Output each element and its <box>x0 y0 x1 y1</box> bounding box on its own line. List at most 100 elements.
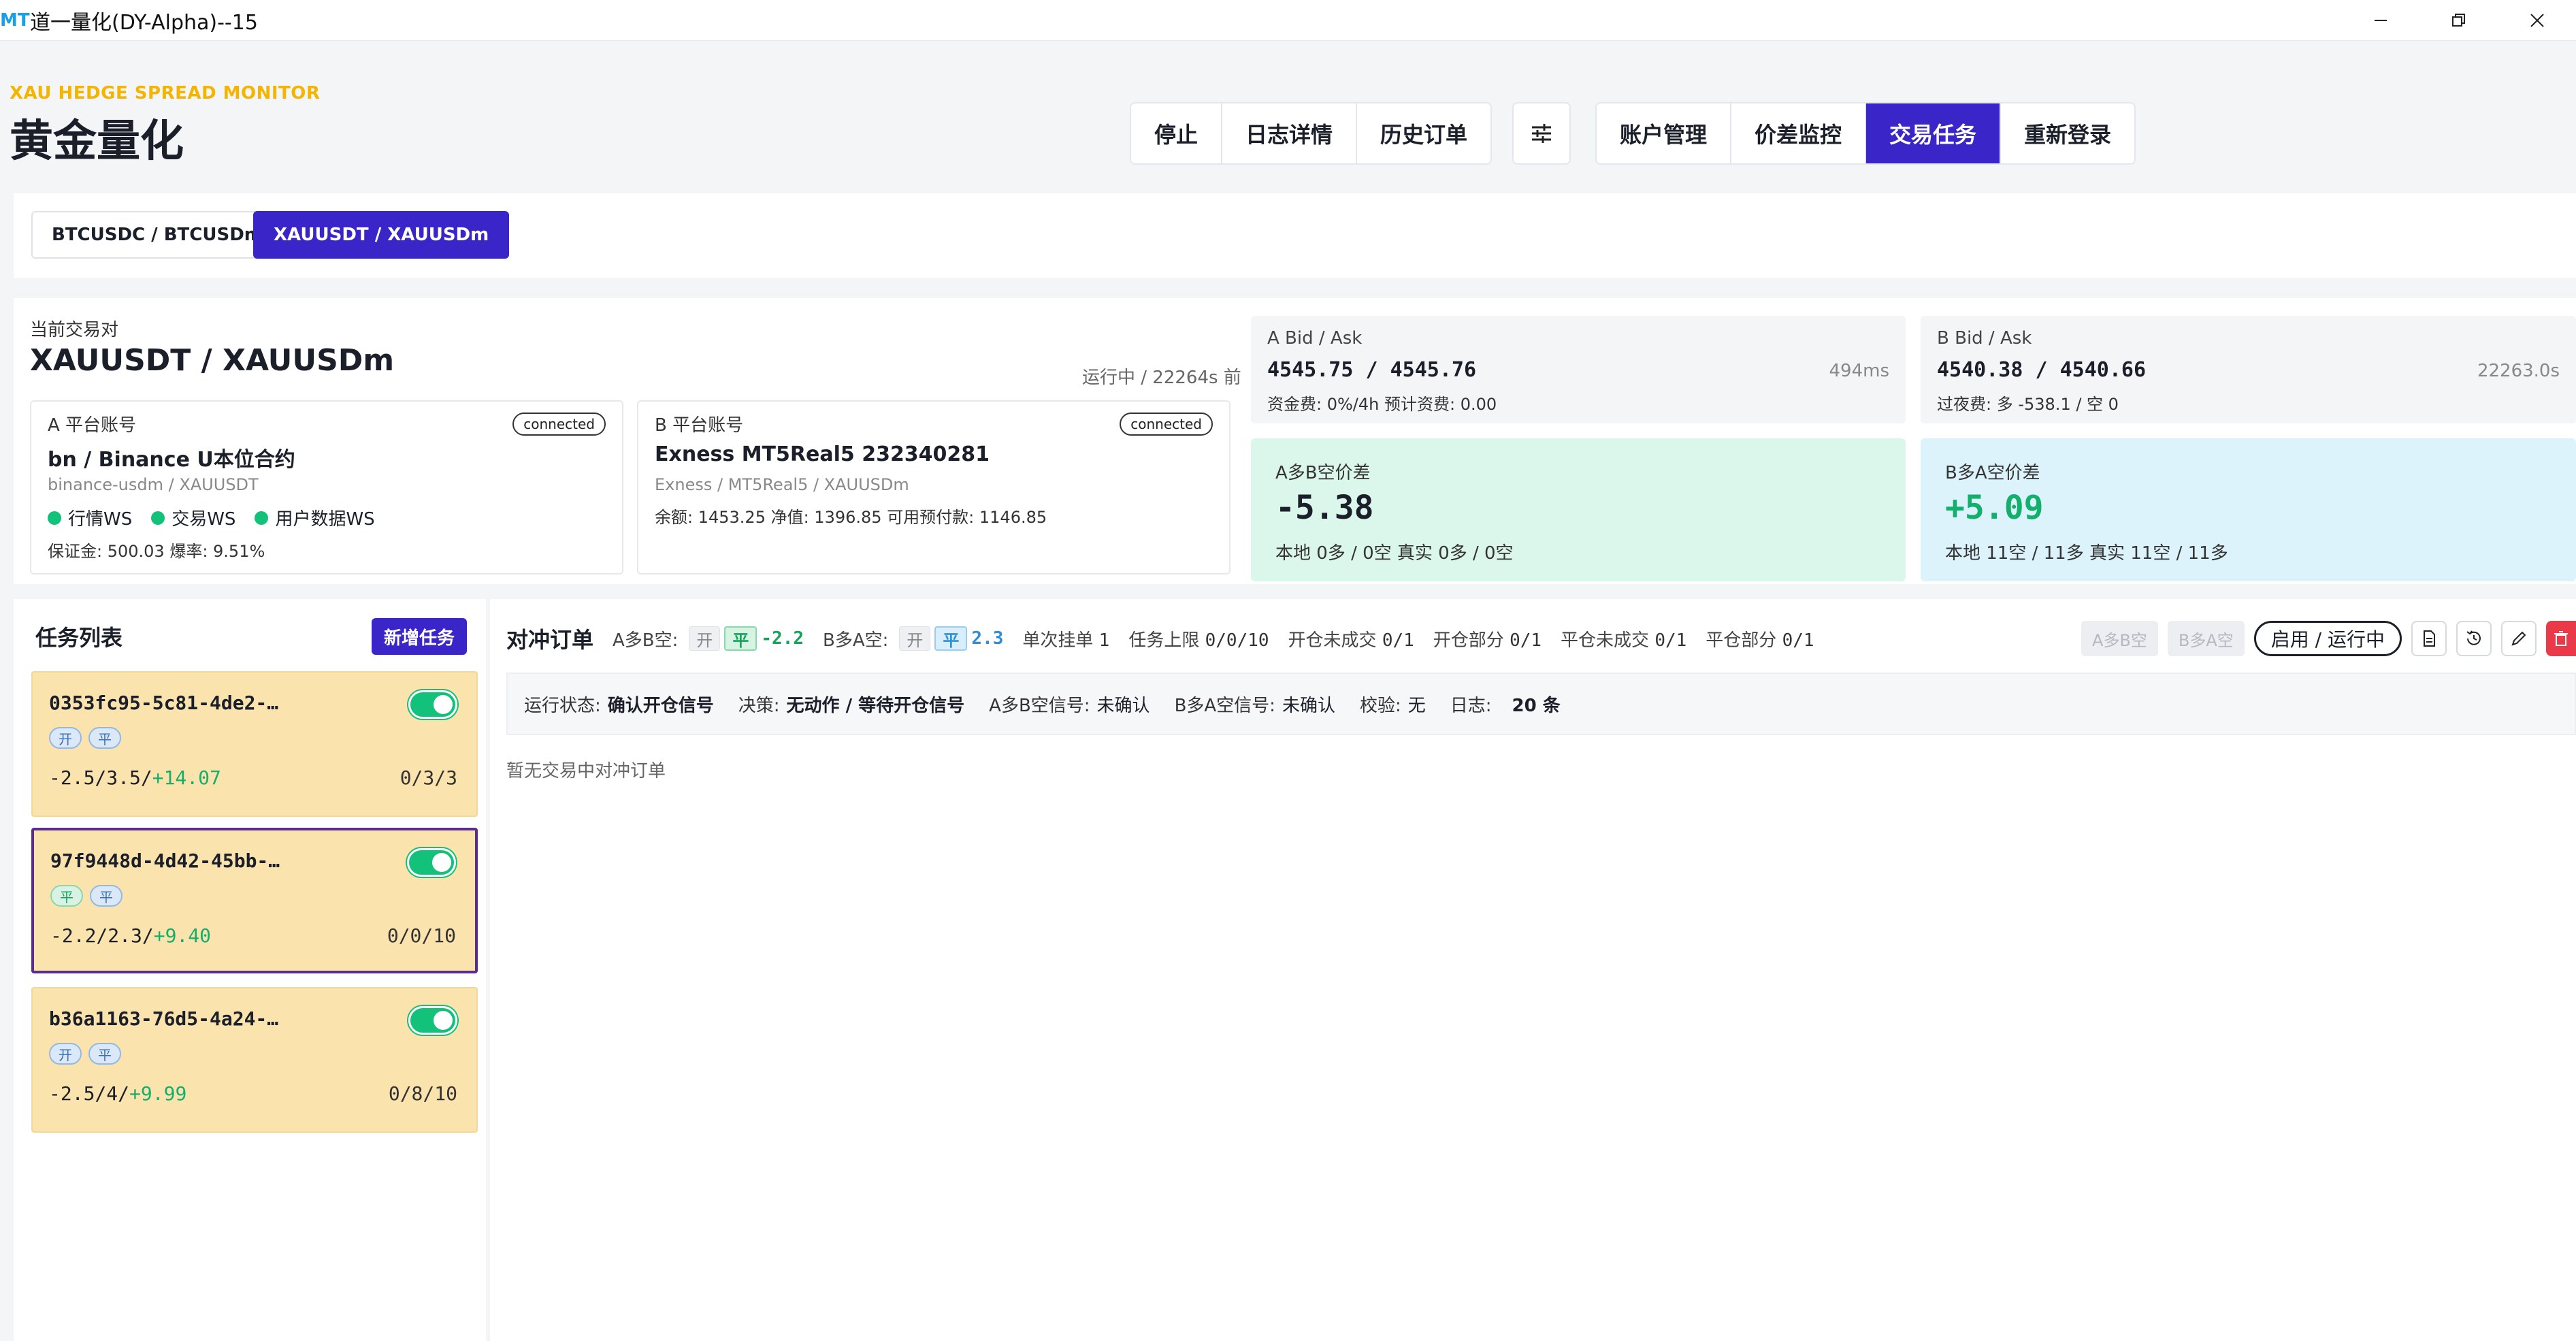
close-icon <box>2530 14 2544 27</box>
a-signal-value: 未确认 <box>1096 695 1150 716</box>
account-a-name: bn / Binance U本位合约 <box>48 448 295 472</box>
empty-orders-message: 暂无交易中对冲订单 <box>506 761 666 781</box>
ws-market-label: 行情WS <box>68 509 133 530</box>
orders-title: 对冲订单 <box>506 627 594 653</box>
close-button[interactable] <box>2498 0 2576 41</box>
brand-subtitle: XAU HEDGE SPREAD MONITOR <box>10 83 321 103</box>
bid-ask-b: B Bid / Ask 4540.38 / 4540.66 22263.0s 过… <box>1921 316 2576 423</box>
a-long-b-short-label: A多B空: <box>613 630 679 651</box>
task-id: 97f9448d-4d42-45bb-… <box>50 850 280 872</box>
b-close-chip: 平 <box>934 626 968 651</box>
task-params-text: -2.2/2.3/ <box>50 924 154 947</box>
bid-ask-b-value: 4540.38 / 4540.66 <box>1937 358 2147 382</box>
task-pnl: +14.07 <box>152 766 221 789</box>
tag-open: 开 <box>49 727 82 749</box>
pair-tab-btc[interactable]: BTCUSDC / BTCUSDm <box>31 211 283 259</box>
open-partial-value: 0/1 <box>1510 630 1542 651</box>
task-count: 0/3/3 <box>400 766 457 789</box>
spread-monitor-button[interactable]: 价差监控 <box>1731 103 1867 163</box>
account-a-label: A 平台账号 <box>48 415 137 436</box>
close-partial-label: 平仓部分 <box>1706 630 1777 651</box>
account-b-sub: Exness / MT5Real5 / XAUUSDm <box>655 475 909 494</box>
ws-market: 行情WS <box>48 505 132 530</box>
run-status-bar: 运行状态: 确认开仓信号 决策: 无动作 / 等待开仓信号 A多B空信号: 未确… <box>506 673 2576 735</box>
task-params: -2.2/2.3/+9.40 <box>50 924 211 947</box>
account-b-card: B 平台账号 connected Exness MT5Real5 2323402… <box>637 400 1230 575</box>
document-button[interactable] <box>2411 621 2447 656</box>
tag-close: 平 <box>50 885 83 907</box>
single-order-stat: 单次挂单 1 <box>1022 626 1109 651</box>
account-b-status-badge: connected <box>1120 413 1213 436</box>
bid-ask-b-fee: 过夜费: 多 -538.1 / 空 0 <box>1937 395 2119 414</box>
edit-button[interactable] <box>2501 621 2537 656</box>
task-count: 0/8/10 <box>388 1082 457 1105</box>
a-open-chip: 开 <box>689 626 721 651</box>
run-status-value: 确认开仓信号 <box>607 695 714 716</box>
pair-tab-xau[interactable]: XAUUSDT / XAUUSDm <box>253 211 510 259</box>
bid-ask-b-label: B Bid / Ask <box>1937 328 2032 349</box>
tag-close: 平 <box>88 1043 121 1065</box>
task-tags: 开 平 <box>49 1043 121 1065</box>
task-list-panel: 任务列表 新增任务 0353fc95-5c81-4de2-… 开 平 -2.5/… <box>14 599 486 1341</box>
delete-button[interactable] <box>2546 621 2576 656</box>
task-params: -2.5/4/+9.99 <box>49 1082 186 1105</box>
close-partial-stat: 平仓部分 0/1 <box>1706 626 1814 651</box>
toggle-knob <box>432 853 451 872</box>
account-management-button[interactable]: 账户管理 <box>1597 103 1732 163</box>
tag-close: 平 <box>88 727 121 749</box>
b-signal-value: 未确认 <box>1282 695 1335 716</box>
task-tags: 平 平 <box>50 885 123 907</box>
b-signal-label: B多A空信号: <box>1174 695 1275 716</box>
bid-ask-a-latency: 494ms <box>1829 361 1890 381</box>
current-pair-label: 当前交易对 <box>30 320 119 340</box>
log-details-button[interactable]: 日志详情 <box>1222 103 1358 163</box>
task-card[interactable]: 0353fc95-5c81-4de2-… 开 平 -2.5/3.5/+14.07… <box>31 671 478 817</box>
relogin-button[interactable]: 重新登录 <box>2001 103 2135 163</box>
ws-trade: 交易WS <box>151 505 235 530</box>
restore-button[interactable] <box>2419 0 2498 41</box>
task-params-text: -2.5/4/ <box>49 1082 130 1105</box>
minimize-button[interactable] <box>2341 0 2419 41</box>
window-titlebar: MT4 道一量化(DY-Alpha)--15 <box>0 0 2576 41</box>
close-partial-value: 0/1 <box>1782 630 1814 651</box>
task-card[interactable]: 97f9448d-4d42-45bb-… 平 平 -2.2/2.3/+9.40 … <box>31 828 478 973</box>
log-count-value[interactable]: 20 条 <box>1512 692 1561 717</box>
decision-value: 无动作 / 等待开仓信号 <box>786 695 965 716</box>
a-close-chip: 平 <box>724 626 757 651</box>
status-dot-icon <box>255 511 269 525</box>
settings-button[interactable] <box>1512 102 1571 165</box>
new-task-button[interactable]: 新增任务 <box>372 618 468 655</box>
b-threshold: 2.3 <box>971 628 1004 649</box>
spread-b-long-a-short: B多A空价差 +5.09 本地 11空 / 11多 真实 11空 / 11多 <box>1921 438 2576 581</box>
sliders-icon <box>1532 124 1551 143</box>
pencil-icon <box>2511 631 2526 646</box>
history-orders-button[interactable]: 历史订单 <box>1357 103 1491 163</box>
log-label: 日志: <box>1450 695 1492 716</box>
b-long-a-short-button[interactable]: B多A空 <box>2167 621 2245 656</box>
task-enable-toggle[interactable] <box>407 848 456 877</box>
a-long-b-short-button[interactable]: A多B空 <box>2081 621 2158 656</box>
bid-ask-a-fee: 资金费: 0%/4h 预计资费: 0.00 <box>1267 395 1497 414</box>
task-params: -2.5/3.5/+14.07 <box>49 766 221 789</box>
task-enable-toggle[interactable] <box>408 690 457 719</box>
bid-ask-b-latency: 22263.0s <box>2477 361 2560 381</box>
stop-button[interactable]: 停止 <box>1131 103 1223 163</box>
ws-user-label: 用户数据WS <box>275 509 375 530</box>
task-enable-toggle[interactable] <box>408 1006 457 1035</box>
account-a-sub: binance-usdm / XAUUSDT <box>48 475 259 494</box>
current-pair: XAUUSDT / XAUUSDm <box>30 343 395 378</box>
run-toggle-button[interactable]: 启用 / 运行中 <box>2253 621 2402 656</box>
restore-icon <box>2451 14 2465 27</box>
task-limit-value: 0/0/10 <box>1205 630 1269 651</box>
check-label: 校验: <box>1359 695 1401 716</box>
bid-ask-a-label: A Bid / Ask <box>1267 328 1363 349</box>
task-card[interactable]: b36a1163-76d5-4a24-… 开 平 -2.5/4/+9.99 0/… <box>31 987 478 1133</box>
status-dot-icon <box>151 511 165 525</box>
task-id: b36a1163-76d5-4a24-… <box>49 1007 279 1030</box>
tag-close: 平 <box>90 885 123 907</box>
document-icon <box>2424 630 2435 647</box>
open-partial-label: 开仓部分 <box>1433 630 1504 651</box>
trading-tasks-button[interactable]: 交易任务 <box>1866 103 2002 163</box>
spread-a-long-b-short: A多B空价差 -5.38 本地 0多 / 0空 真实 0多 / 0空 <box>1251 438 1906 581</box>
history-button[interactable] <box>2456 621 2492 656</box>
